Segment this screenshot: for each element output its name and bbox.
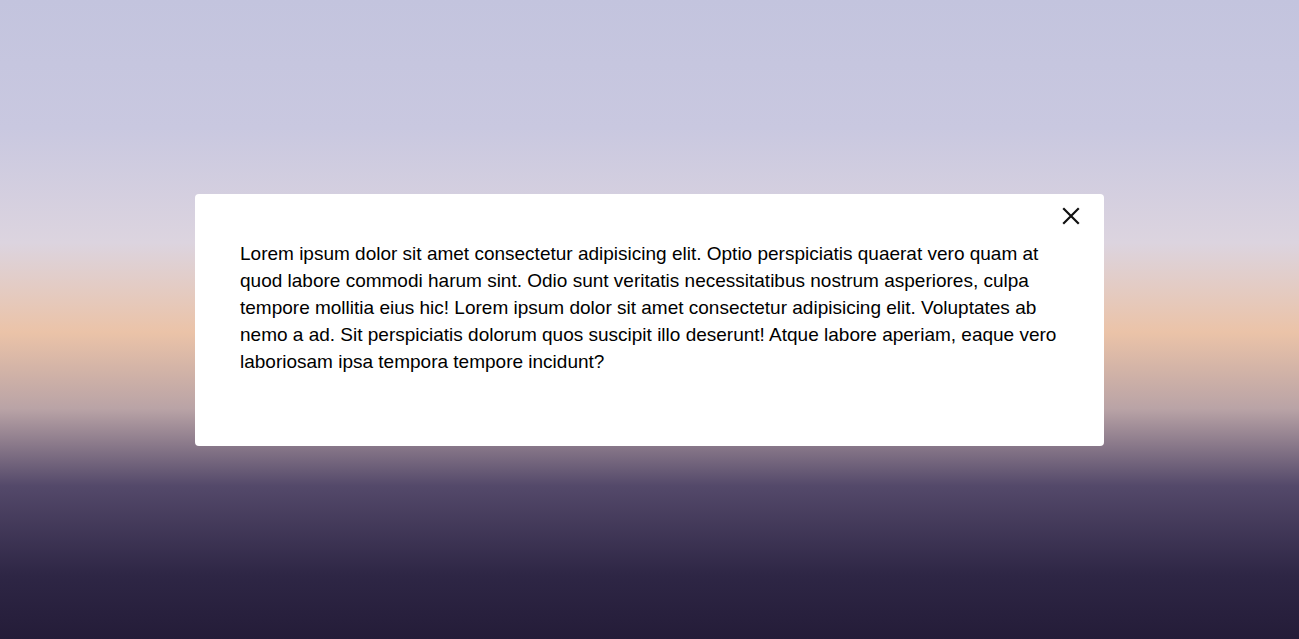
close-icon xyxy=(1062,207,1080,225)
close-button[interactable] xyxy=(1059,204,1083,228)
modal-dialog: Lorem ipsum dolor sit amet consectetur a… xyxy=(195,194,1104,446)
dialog-text: Lorem ipsum dolor sit amet consectetur a… xyxy=(240,240,1059,375)
background-photo: Lorem ipsum dolor sit amet consectetur a… xyxy=(0,0,1299,639)
